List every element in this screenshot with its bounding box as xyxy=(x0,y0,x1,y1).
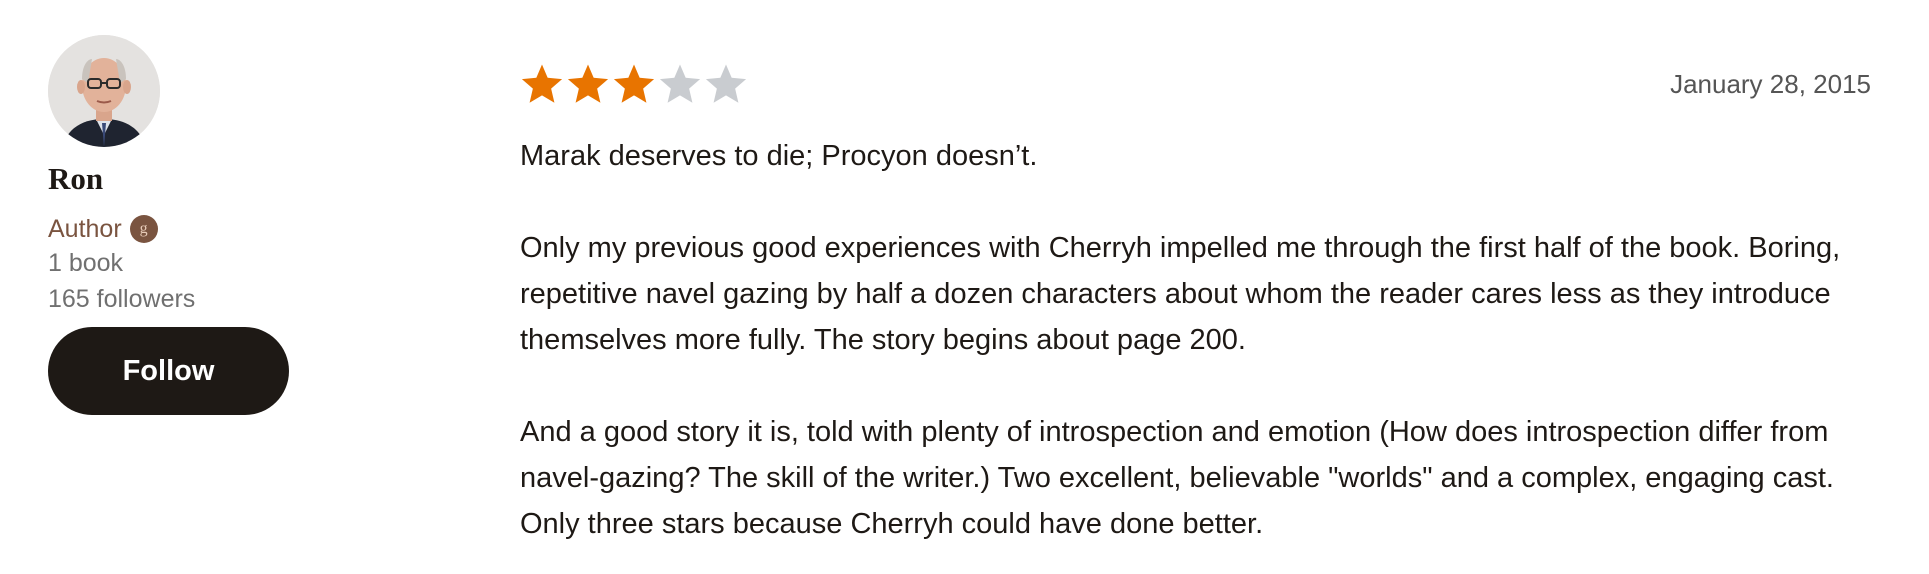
star-filled-icon xyxy=(521,64,563,103)
star-filled-icon xyxy=(613,64,655,103)
reviewer-name[interactable]: Ron xyxy=(48,161,348,197)
reviewer-profile: Ron Author g 1 book 165 followers Follow xyxy=(48,35,348,415)
review-header: January 28, 2015 xyxy=(520,62,1871,106)
review-paragraph: Marak deserves to die; Procyon doesn’t. xyxy=(520,140,1038,172)
reviewer-book-count: 1 book xyxy=(48,249,124,277)
star-empty-icon xyxy=(659,64,701,103)
review-body: January 28, 2015 Marak deserves to die; … xyxy=(520,62,1871,574)
reviewer-follower-count: 165 followers xyxy=(48,285,196,313)
author-badge-icon: g xyxy=(129,215,158,243)
author-role: Author g xyxy=(48,213,348,245)
star-filled-icon xyxy=(567,64,609,103)
star-rating xyxy=(520,63,748,105)
avatar-photo xyxy=(48,35,160,147)
review-paragraph: And a good story it is, told with plenty… xyxy=(520,416,1834,540)
review-paragraph: Only my previous good experiences with C… xyxy=(520,232,1841,356)
review-card: Ron Author g 1 book 165 followers Follow… xyxy=(0,0,1929,574)
review-date[interactable]: January 28, 2015 xyxy=(1670,69,1871,100)
follow-button[interactable]: Follow xyxy=(48,327,289,415)
review-text: Marak deserves to die; Procyon doesn’t. … xyxy=(520,133,1870,547)
star-empty-icon xyxy=(705,64,747,103)
author-role-label: Author xyxy=(48,215,122,243)
reviewer-avatar[interactable] xyxy=(48,35,160,147)
